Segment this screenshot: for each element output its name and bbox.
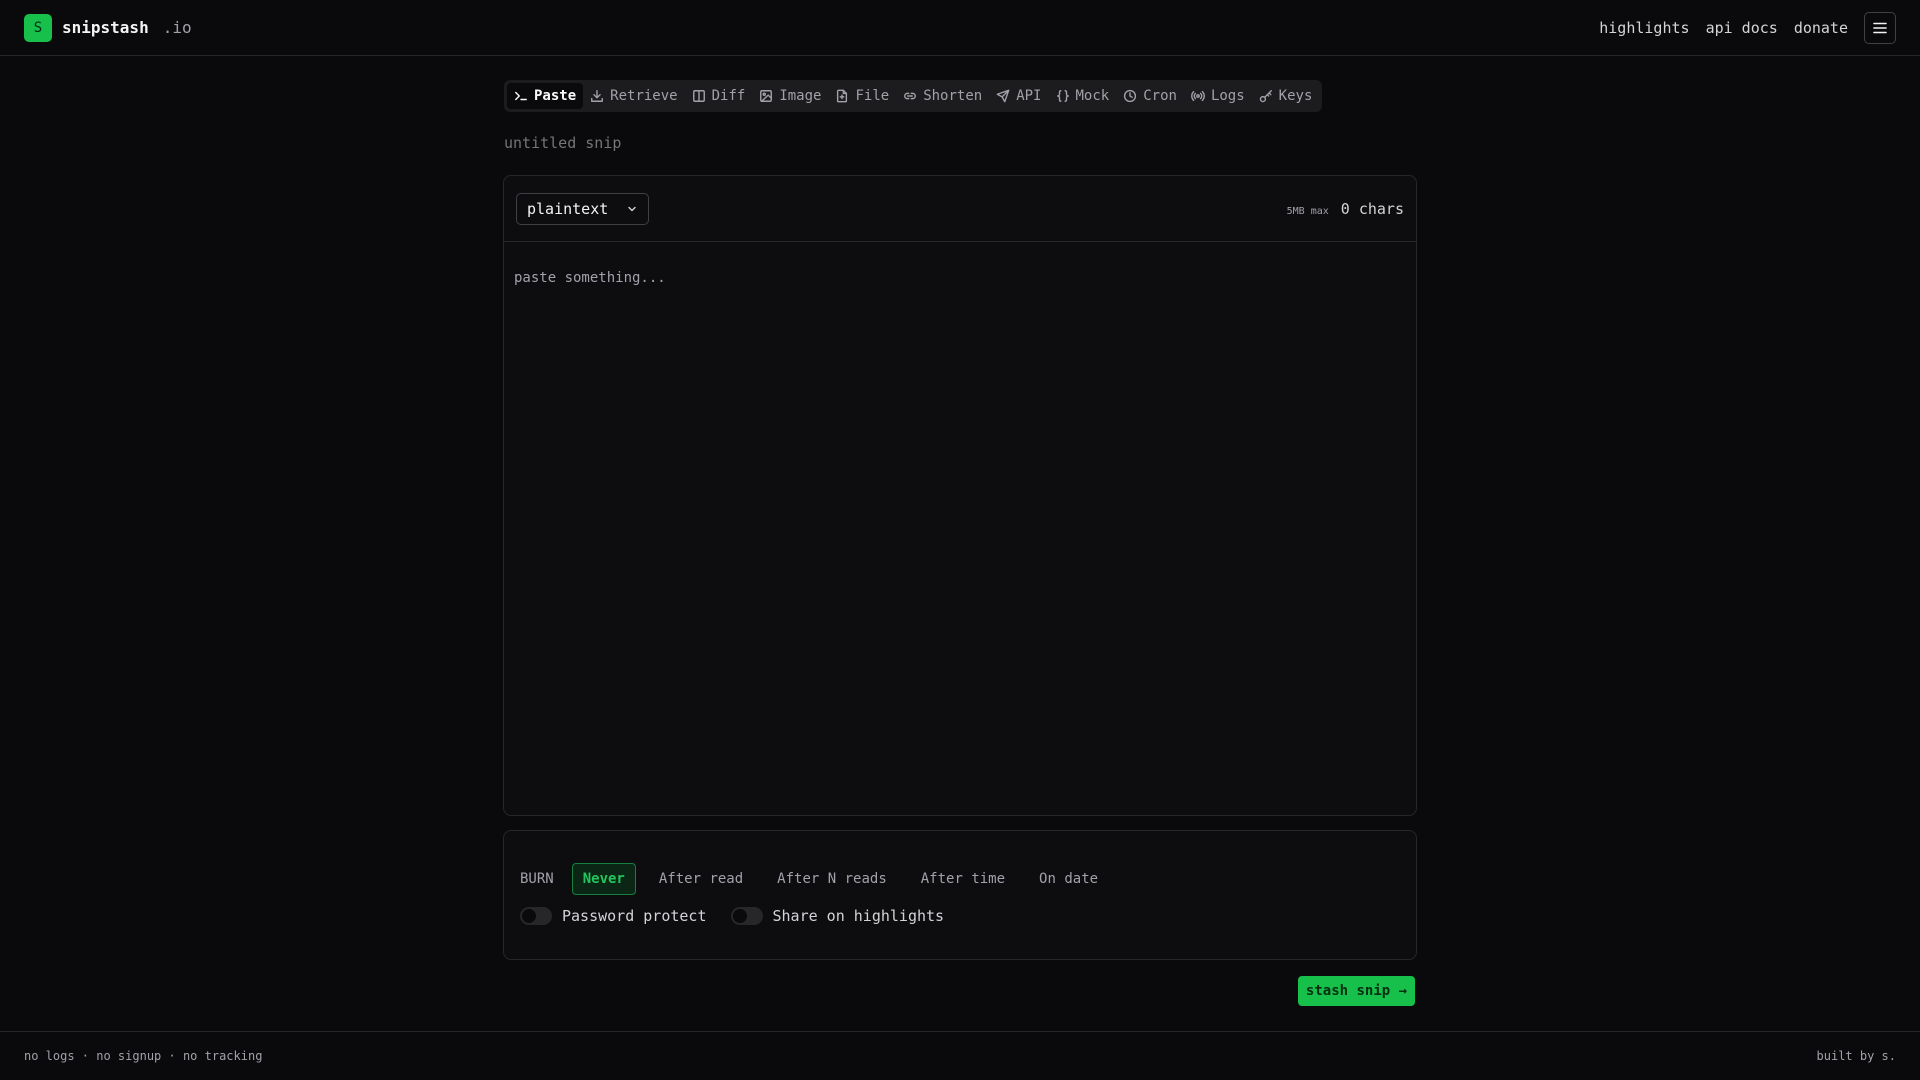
header: S snipstash .io highlights api docs dona… — [0, 0, 1920, 56]
share-highlights-toggle[interactable] — [730, 907, 763, 925]
language-value: plaintext — [527, 199, 609, 218]
tab-api[interactable]: API — [989, 83, 1048, 109]
braces-icon — [1056, 90, 1069, 102]
tab-label: Cron — [1143, 88, 1177, 104]
share-highlights-toggle-item: Share on highlights — [730, 907, 945, 925]
footer-credit: built by s. — [1816, 1049, 1896, 1063]
tab-label: Shorten — [923, 88, 983, 104]
tab-label: File — [855, 88, 890, 104]
send-icon — [996, 89, 1010, 103]
language-select[interactable]: plaintext — [516, 192, 650, 225]
nav-highlights-link[interactable]: highlights — [1599, 19, 1689, 37]
snip-title-input[interactable] — [504, 134, 904, 152]
size-limit: 5MB max — [1286, 205, 1329, 217]
burn-option-after-n-reads[interactable]: After N reads — [766, 863, 898, 895]
menu-icon — [1873, 22, 1887, 33]
radio-icon — [1191, 90, 1205, 102]
burn-label: BURN — [520, 871, 554, 887]
toggles-row: Password protect Share on highlights — [520, 907, 944, 925]
tab-file[interactable]: File — [828, 83, 896, 109]
tab-diff[interactable]: Diff — [685, 83, 753, 109]
terminal-icon — [515, 91, 527, 101]
tab-label: Keys — [1278, 88, 1313, 104]
key-icon — [1259, 90, 1272, 103]
tab-retrieve[interactable]: Retrieve — [583, 83, 684, 109]
chevron-down-icon — [628, 206, 636, 211]
download-icon — [591, 90, 604, 102]
menu-button[interactable] — [1864, 11, 1896, 44]
editor-card: plaintext 5MB max 0 chars — [503, 175, 1417, 816]
image-icon — [760, 90, 773, 102]
tab-label: API — [1016, 88, 1042, 104]
burn-options: BURN Never After read After N reads Afte… — [520, 863, 1115, 895]
burn-option-on-date[interactable]: On date — [1028, 863, 1109, 895]
burn-option-never[interactable]: Never — [571, 863, 636, 895]
footer-tagline: no logs · no signup · no tracking — [24, 1049, 263, 1063]
tab-label: Paste — [534, 88, 577, 104]
clock-icon — [1124, 89, 1137, 103]
password-protect-label: Password protect — [562, 907, 707, 925]
tab-label: Diff — [711, 88, 746, 104]
brand-name: snipstash — [62, 18, 149, 37]
tab-mock[interactable]: Mock — [1049, 83, 1117, 109]
editor-toolbar: plaintext 5MB max 0 chars — [504, 176, 1416, 242]
tab-label: Retrieve — [610, 88, 678, 104]
burn-option-after-time[interactable]: After time — [910, 863, 1016, 895]
tab-keys[interactable]: Keys — [1252, 83, 1320, 109]
tab-cron[interactable]: Cron — [1116, 83, 1184, 109]
share-highlights-label: Share on highlights — [772, 907, 945, 925]
password-protect-toggle[interactable] — [520, 907, 552, 925]
brand-tld: .io — [162, 18, 192, 37]
columns-icon — [692, 90, 705, 102]
tab-logs[interactable]: Logs — [1184, 83, 1252, 109]
top-nav: highlights api docs donate — [1599, 11, 1896, 44]
tab-paste[interactable]: Paste — [507, 83, 584, 109]
brand[interactable]: S snipstash .io — [24, 13, 192, 42]
mode-tabs: Paste Retrieve Diff Image File Shorten A… — [504, 80, 1323, 112]
tab-image[interactable]: Image — [752, 83, 828, 109]
options-card: BURN Never After read After N reads Afte… — [503, 830, 1417, 960]
tab-shorten[interactable]: Shorten — [896, 83, 989, 109]
tab-label: Mock — [1075, 88, 1110, 104]
password-protect-toggle-item: Password protect — [520, 907, 707, 925]
tab-label: Logs — [1210, 88, 1245, 104]
logo-icon: S — [24, 13, 52, 42]
char-count: 0 chars — [1340, 199, 1404, 218]
burn-option-after-read[interactable]: After read — [648, 863, 754, 895]
editor-meta: 5MB max 0 chars — [1287, 200, 1404, 218]
link-icon — [904, 92, 917, 100]
footer: no logs · no signup · no tracking built … — [0, 1031, 1920, 1080]
paste-textarea[interactable] — [504, 242, 1416, 814]
nav-api-docs-link[interactable]: api docs — [1706, 19, 1778, 37]
nav-donate-link[interactable]: donate — [1794, 19, 1848, 37]
tab-label: Image — [779, 88, 822, 104]
file-icon — [837, 89, 848, 103]
stash-snip-button[interactable]: stash snip → — [1298, 976, 1415, 1006]
